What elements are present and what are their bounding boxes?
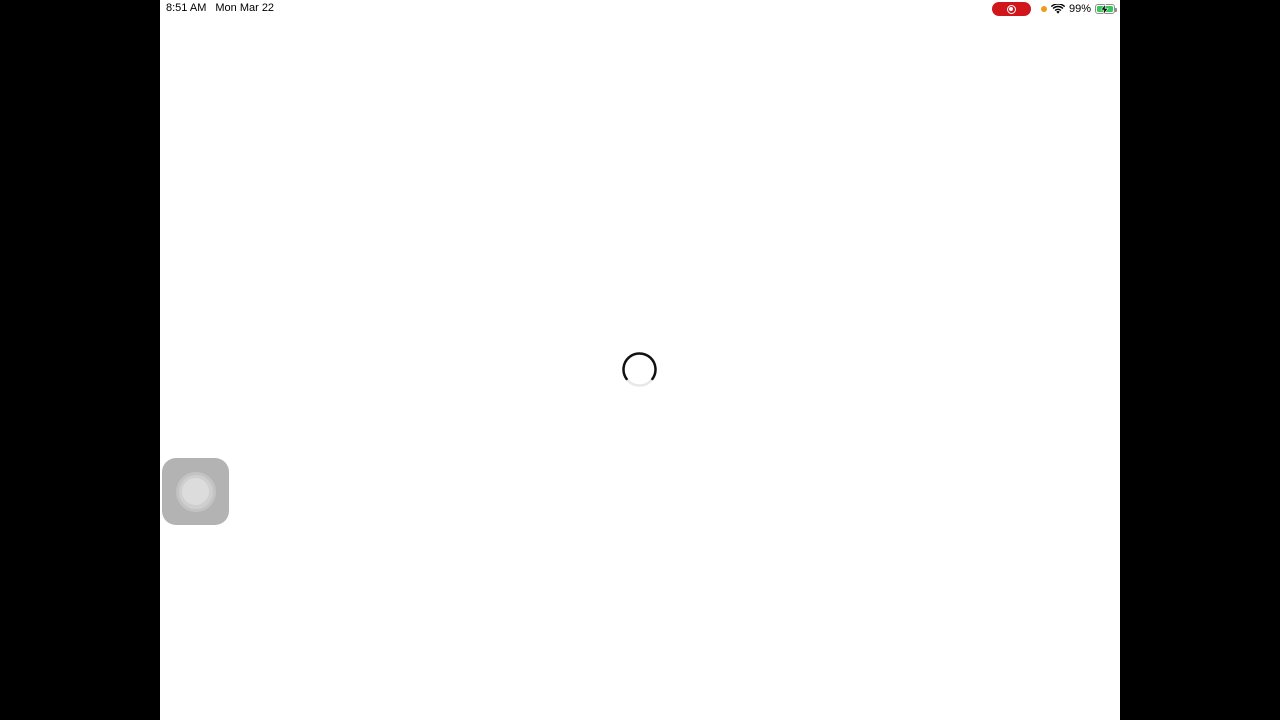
status-bar-left: 8:51 AM Mon Mar 22 bbox=[166, 2, 274, 14]
status-bar: 8:51 AM Mon Mar 22 99% bbox=[160, 0, 1120, 18]
status-date: Mon Mar 22 bbox=[215, 2, 275, 14]
battery-charging-icon bbox=[1095, 4, 1117, 15]
letterbox-left bbox=[0, 0, 160, 720]
status-bar-right: 99% bbox=[991, 2, 1117, 16]
microphone-privacy-dot bbox=[1040, 6, 1047, 12]
loading-spinner-icon bbox=[622, 352, 657, 387]
wifi-icon bbox=[1050, 4, 1065, 14]
charging-bolt-icon bbox=[1100, 4, 1109, 15]
ipad-screen: 8:51 AM Mon Mar 22 99% bbox=[160, 0, 1120, 720]
battery-percentage: 99% bbox=[1068, 3, 1091, 15]
letterbox-right bbox=[1120, 0, 1280, 720]
status-time: 8:51 AM bbox=[166, 2, 207, 14]
screen-recording-indicator[interactable] bbox=[991, 2, 1031, 16]
assistive-touch-icon bbox=[175, 471, 216, 512]
screen-record-icon bbox=[1006, 4, 1016, 14]
assistive-touch-button[interactable] bbox=[162, 458, 229, 525]
